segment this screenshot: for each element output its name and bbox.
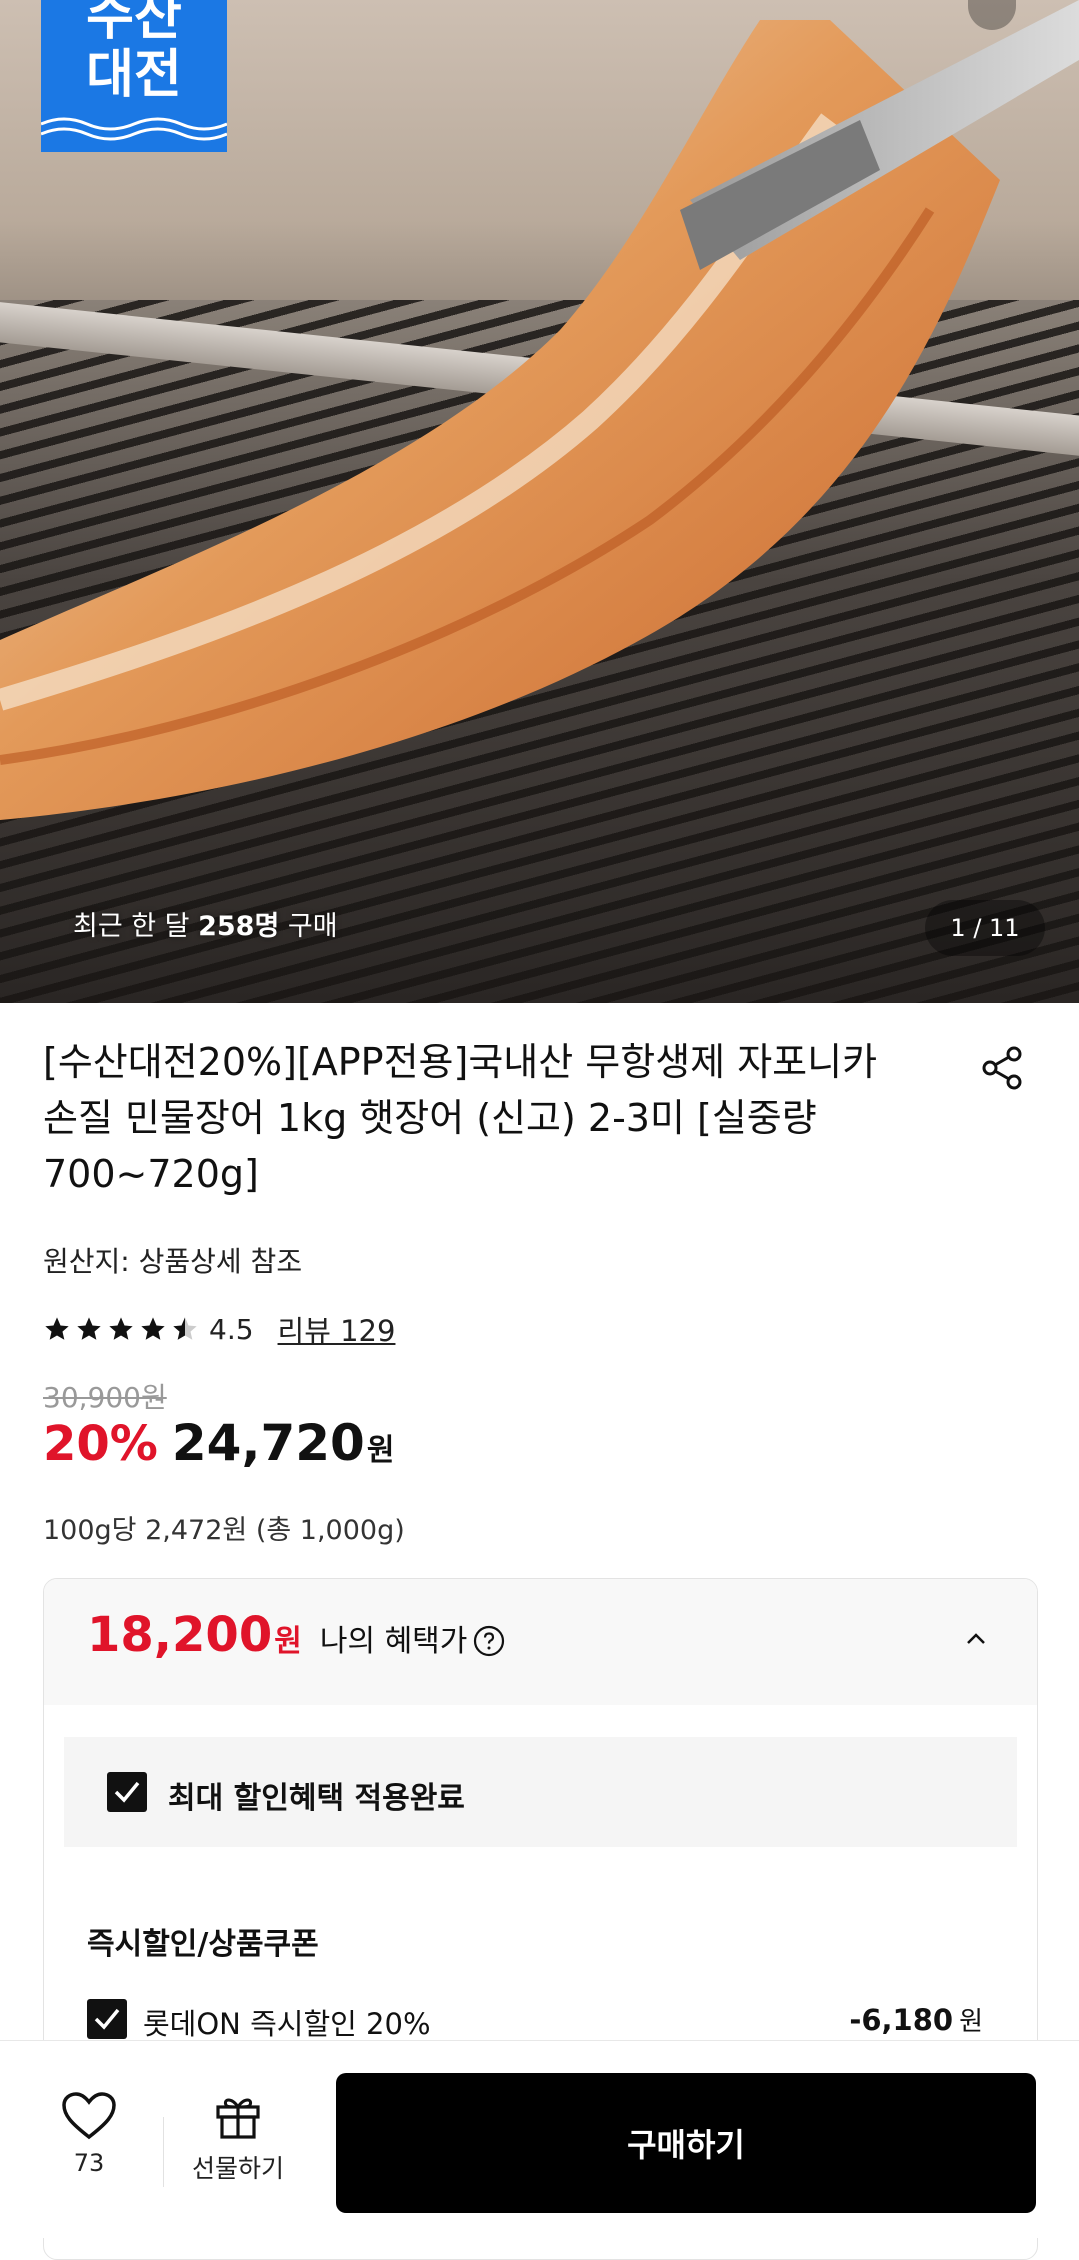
- product-title: [수산대전20%][APP전용]국내산 무항생제 자포니카 손질 민물장어 1k…: [43, 1040, 878, 1196]
- like-button[interactable]: 73: [44, 2091, 134, 2177]
- share-icon[interactable]: [978, 1044, 1026, 1092]
- half-star-icon: [173, 1317, 197, 1340]
- sale-price: 24,720: [171, 1414, 365, 1472]
- question-icon[interactable]: [473, 1625, 505, 1657]
- bottom-action-bar: 73 선물하기 구매하기: [0, 2040, 1079, 2238]
- discount-amount-unit: 원: [959, 2007, 983, 2037]
- like-count: 73: [73, 2149, 105, 2177]
- discount-item-amount: -6,180 원: [849, 2001, 983, 2038]
- gift-label: 선물하기: [191, 2154, 284, 2183]
- benefit-label: 나의 혜택가: [319, 1624, 468, 1659]
- benefit-currency: 원: [274, 1624, 302, 1659]
- benefit-price-row: 18,200 원 나의 혜택가: [87, 1607, 505, 1663]
- unit-price: 100g당 2,472원 (총 1,000g): [43, 1515, 405, 1546]
- purchase-count: 258명: [198, 911, 280, 942]
- buy-button[interactable]: 구매하기: [336, 2073, 1036, 2213]
- instant-discount-section-title: 즉시할인/상품쿠폰: [87, 1927, 319, 1962]
- rating-stars: [43, 1315, 199, 1343]
- star-icon: [141, 1317, 165, 1340]
- review-link[interactable]: 리뷰 129: [278, 1308, 396, 1350]
- discount-rate: 20%: [43, 1416, 158, 1472]
- star-icon: [109, 1317, 133, 1340]
- star-icon: [77, 1317, 101, 1340]
- discount-amount-value: -6,180: [849, 2003, 954, 2037]
- discount-item[interactable]: 롯데ON 즉시할인 20% -6,180 원: [87, 1997, 997, 2041]
- rating-row: 4.5 리뷰 129: [43, 1309, 395, 1349]
- image-page-counter: 1 / 11: [925, 900, 1045, 956]
- gift-button[interactable]: 선물하기: [183, 2091, 293, 2185]
- brand-badge-text: 수산 대전: [86, 0, 182, 105]
- checkbox-checked-icon[interactable]: [87, 1999, 127, 2039]
- original-price: 30,900원: [43, 1381, 167, 1414]
- discount-item-label: 롯데ON 즉시할인 20%: [143, 2007, 431, 2041]
- star-icon: [45, 1317, 69, 1340]
- heart-icon: [62, 2092, 116, 2140]
- product-image-carousel[interactable]: 수산 대전 최근 한 달 258명 구매 1 / 11: [0, 0, 1079, 1003]
- chevron-up-icon[interactable]: [962, 1629, 990, 1649]
- checkbox-checked-icon[interactable]: [107, 1772, 147, 1812]
- purchase-note-prefix: 최근 한 달: [73, 911, 199, 942]
- recent-purchase-note: 최근 한 달 258명 구매: [73, 904, 338, 943]
- rating-value: 4.5: [209, 1312, 254, 1346]
- max-discount-applied: 최대 할인혜택 적용완료: [64, 1737, 1017, 1847]
- price-row: 20% 24,720 원: [43, 1414, 394, 1476]
- brand-badge-logo: 수산 대전: [41, 0, 227, 152]
- divider: [163, 2117, 164, 2187]
- benefit-price: 18,200: [87, 1607, 273, 1663]
- max-discount-label: 최대 할인혜택 적용완료: [168, 1781, 465, 1816]
- purchase-note-suffix: 구매: [279, 911, 338, 942]
- wave-icon: [41, 117, 227, 141]
- gift-icon: [216, 2098, 260, 2139]
- currency-unit: 원: [366, 1433, 395, 1468]
- benefit-header[interactable]: 18,200 원 나의 혜택가: [44, 1579, 1037, 1705]
- product-origin: 원산지: 상품상세 참조: [43, 1245, 303, 1278]
